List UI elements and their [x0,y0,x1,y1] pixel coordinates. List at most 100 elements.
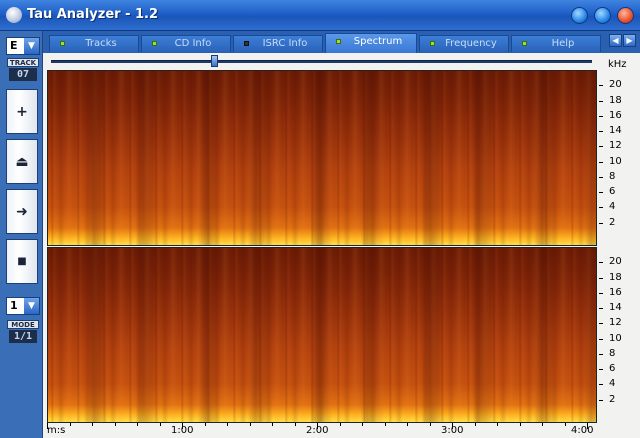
play-button[interactable]: ➜ [6,189,38,234]
x-tick [362,423,363,426]
close-button[interactable] [617,7,634,24]
track-number: 07 [9,68,37,81]
y-tick-label: 6 [609,363,616,374]
x-tick [340,423,341,426]
tab-scroll-left-button[interactable]: ◀ [609,34,622,47]
y-tick [599,384,603,385]
y-tick [599,101,603,102]
x-tick-label: 4:00 [571,425,594,436]
y-tick-label: 2 [609,394,616,405]
y-tick-label: 4 [609,378,616,389]
y-tick-label: 10 [609,333,622,344]
y-tick-label: 8 [609,171,616,182]
x-tick [250,423,251,426]
y-tick [599,400,603,401]
y-axis-unit: kHz [608,59,627,70]
y-tick-label: 18 [609,272,622,283]
mode-select[interactable]: 1 ▼ [6,297,40,315]
x-tick [295,423,296,426]
y-tick-label: 20 [609,256,622,267]
track-label: TRACK [7,58,39,67]
control-panel: E ▼ TRACK 07 + ⏏ ➜ ■ 1 ▼ MODE 1/1 [0,31,43,438]
x-tick [385,423,386,426]
y-tick [599,116,603,117]
frequency-axis-bottom: 20 18 16 14 12 10 8 6 4 2 [599,247,639,423]
tab-tracks[interactable]: Tracks [49,35,139,52]
y-tick [599,339,603,340]
x-tick [227,423,228,426]
y-tick-label: 2 [609,217,616,228]
y-tick [599,207,603,208]
x-tick [70,423,71,426]
mode-value: 1/1 [9,330,37,343]
x-tick [542,423,543,426]
title-bar[interactable]: Tau Analyzer - 1.2 [0,0,640,31]
chevron-down-icon[interactable]: ▼ [24,298,39,314]
y-tick-label: 6 [609,186,616,197]
y-tick [599,369,603,370]
y-tick [599,192,603,193]
y-tick-label: 12 [609,317,622,328]
y-tick-label: 16 [609,287,622,298]
chevron-down-icon[interactable]: ▼ [24,38,39,54]
x-tick [475,423,476,426]
x-tick [205,423,206,426]
position-slider-thumb[interactable] [211,55,218,67]
tab-cd-info[interactable]: CD Info [141,35,231,52]
spectrum-view: kHz 20 18 16 14 12 10 8 6 4 2 20 18 16 14 12 10 8 6 4 2 m:… [43,53,640,438]
window-title: Tau Analyzer - 1.2 [27,7,159,22]
mode-select-value: 1 [10,299,18,312]
drive-select-value: E [10,39,18,52]
y-tick-label: 4 [609,201,616,212]
tab-frequency[interactable]: Frequency [419,35,509,52]
mode-label: MODE [7,320,39,329]
add-button[interactable]: + [6,89,38,134]
eject-button[interactable]: ⏏ [6,139,38,184]
spectrogram-left-channel[interactable] [47,70,597,246]
x-tick [272,423,273,426]
x-tick [115,423,116,426]
spectrogram-right-channel[interactable] [47,247,597,423]
y-tick-label: 16 [609,110,622,121]
y-tick [599,131,603,132]
y-tick [599,308,603,309]
y-tick [599,223,603,224]
x-tick [430,423,431,426]
tab-isrc-info[interactable]: ISRC Info [233,35,323,52]
chevron-right-icon: ▶ [626,36,633,45]
stop-button[interactable]: ■ [6,239,38,284]
y-tick [599,278,603,279]
x-tick [520,423,521,426]
y-tick [599,177,603,178]
x-tick [497,423,498,426]
position-slider[interactable] [51,60,592,63]
y-tick-label: 14 [609,125,622,136]
tab-bar: Tracks CD Info ISRC Info Spectrum Freque… [43,31,640,53]
y-tick [599,323,603,324]
x-axis-unit: m:s [47,425,66,436]
x-tick [137,423,138,426]
x-tick-label: 1:00 [171,425,194,436]
x-tick [160,423,161,426]
tab-spectrum[interactable]: Spectrum [325,33,417,53]
tab-help[interactable]: Help [511,35,601,52]
app-window: Tau Analyzer - 1.2 E ▼ TRACK 07 + ⏏ ➜ ■ … [0,0,640,438]
maximize-button[interactable] [594,7,611,24]
stop-icon: ■ [17,256,27,267]
y-tick-label: 10 [609,156,622,167]
y-tick [599,85,603,86]
y-tick-label: 8 [609,348,616,359]
play-icon: ➜ [16,204,28,220]
y-tick-label: 12 [609,140,622,151]
eject-icon: ⏏ [15,154,29,170]
drive-select[interactable]: E ▼ [6,37,40,55]
y-tick [599,293,603,294]
y-tick [599,262,603,263]
minimize-button[interactable] [571,7,588,24]
x-tick [47,423,48,429]
time-axis: m:s 1:00 2:00 3:00 4:00 [47,423,597,438]
tab-scroll-right-button[interactable]: ▶ [623,34,636,47]
y-tick [599,354,603,355]
chevron-left-icon: ◀ [612,36,619,45]
y-tick [599,162,603,163]
